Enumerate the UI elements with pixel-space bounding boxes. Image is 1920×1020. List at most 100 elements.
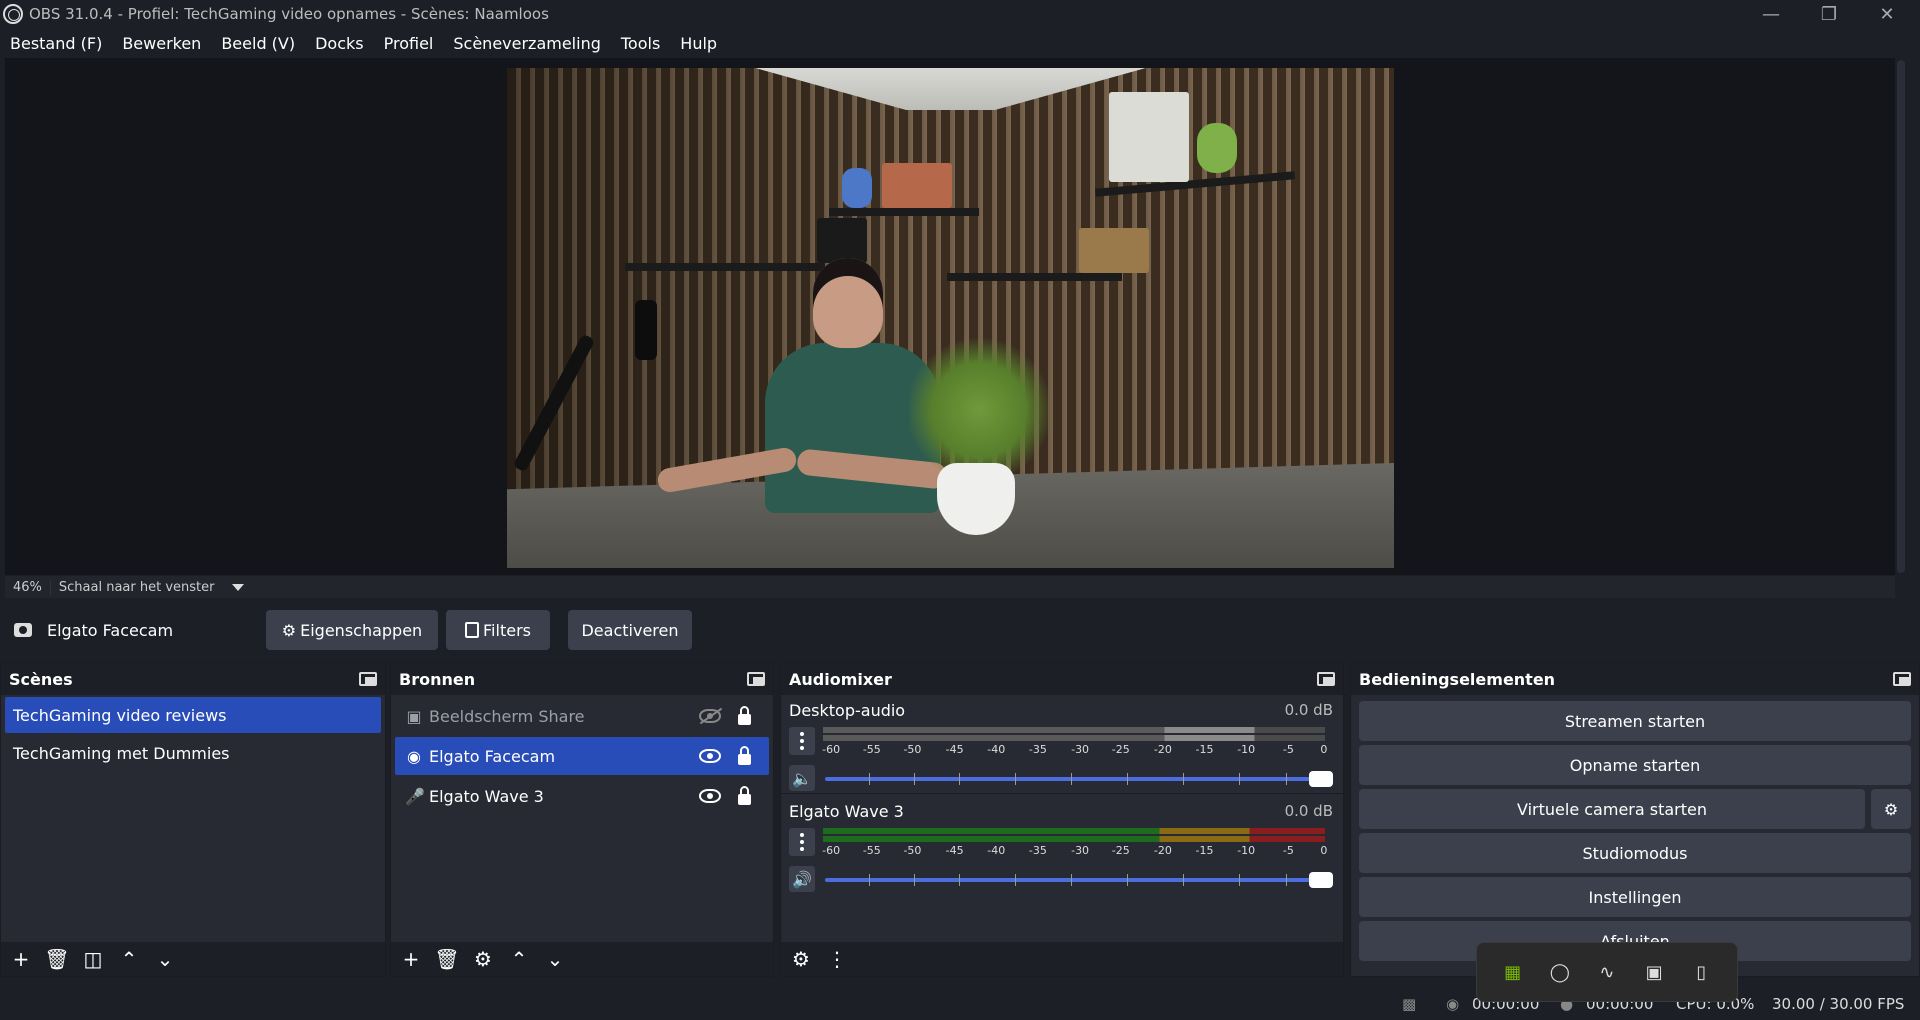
start-recording-button[interactable]: Opname starten bbox=[1359, 745, 1911, 785]
scenes-dock: Scènes TechGaming video reviews TechGami… bbox=[0, 662, 386, 977]
volume-meter bbox=[823, 727, 1325, 741]
scene-filters-button[interactable]: ◫ bbox=[77, 944, 109, 974]
channel-menu-button[interactable] bbox=[789, 828, 815, 856]
move-up-button[interactable]: ⌃ bbox=[113, 944, 145, 974]
minimize-button[interactable]: — bbox=[1742, 0, 1800, 28]
channel-db: 0.0 dB bbox=[1284, 802, 1333, 820]
sources-toolbar: + 🗑 ⚙ ⌃ ⌄ bbox=[391, 942, 773, 976]
speaker-muted-icon: 🔈 bbox=[792, 768, 812, 788]
settings-button[interactable]: Instellingen bbox=[1359, 877, 1911, 917]
filter-icon bbox=[465, 622, 480, 638]
undock-icon[interactable] bbox=[359, 672, 377, 686]
channel-name: Desktop-audio bbox=[789, 701, 906, 720]
title-bar: OBS 31.0.4 - Profiel: TechGaming video o… bbox=[0, 0, 1920, 28]
menu-file[interactable]: Bestand (F) bbox=[0, 34, 112, 53]
menu-docks[interactable]: Docks bbox=[305, 34, 374, 53]
volume-meter bbox=[823, 828, 1325, 842]
visibility-icon[interactable] bbox=[699, 749, 721, 763]
network-signal-icon: ▩ bbox=[1402, 994, 1417, 1013]
add-scene-button[interactable]: + bbox=[5, 944, 37, 974]
undock-icon[interactable] bbox=[1317, 672, 1335, 686]
obs-logo-icon bbox=[3, 4, 23, 24]
preview-zoom-bar: 46% Schaal naar het venster bbox=[5, 576, 1895, 598]
source-properties-button[interactable]: ⚙ bbox=[467, 944, 499, 974]
system-tray-popup: ▦ ◯ ∿ ▣ ▯ bbox=[1476, 942, 1738, 1002]
channel-menu-button[interactable] bbox=[789, 727, 815, 755]
menu-edit[interactable]: Bewerken bbox=[112, 34, 211, 53]
visibility-off-icon[interactable] bbox=[699, 709, 721, 723]
virtual-camera-settings-button[interactable]: ⚙ bbox=[1871, 789, 1911, 829]
menu-profile[interactable]: Profiel bbox=[374, 34, 444, 53]
audio-wave-icon[interactable]: ∿ bbox=[1596, 961, 1618, 983]
scenes-toolbar: + 🗑 ◫ ⌃ ⌄ bbox=[1, 942, 385, 976]
chevron-down-icon[interactable] bbox=[232, 583, 245, 591]
controls-dock: Bedieningselementen Streamen starten Opn… bbox=[1350, 662, 1920, 977]
zoom-percent: 46% bbox=[13, 579, 42, 595]
usb-drive-icon[interactable]: ▯ bbox=[1690, 961, 1712, 983]
channel-db: 0.0 dB bbox=[1284, 701, 1333, 719]
filters-button[interactable]: Filters bbox=[446, 610, 550, 650]
mute-button[interactable]: 🔈 bbox=[789, 765, 815, 791]
obs-tray-icon[interactable]: ◯ bbox=[1549, 961, 1571, 983]
lock-icon[interactable] bbox=[738, 746, 751, 765]
undock-icon[interactable] bbox=[747, 672, 765, 686]
start-virtual-camera-button[interactable]: Virtuele camera starten bbox=[1359, 789, 1865, 829]
menu-view[interactable]: Beeld (V) bbox=[211, 34, 305, 53]
undock-icon[interactable] bbox=[1893, 672, 1911, 686]
lock-icon[interactable] bbox=[738, 706, 751, 725]
remove-source-button[interactable]: 🗑 bbox=[431, 944, 463, 974]
move-down-button[interactable]: ⌄ bbox=[539, 944, 571, 974]
advanced-audio-button[interactable]: ⚙ bbox=[785, 944, 817, 974]
mute-button[interactable]: 🔊 bbox=[789, 866, 815, 892]
source-item[interactable]: 🎤 Elgato Wave 3 bbox=[395, 777, 769, 815]
visibility-icon[interactable] bbox=[699, 789, 721, 803]
volume-slider-handle[interactable] bbox=[1309, 872, 1333, 888]
menu-help[interactable]: Hulp bbox=[670, 34, 727, 53]
properties-button[interactable]: ⚙ Eigenschappen bbox=[266, 610, 438, 650]
controls-title: Bedieningselementen bbox=[1359, 669, 1556, 689]
recording-icon: ◉ bbox=[1446, 994, 1460, 1013]
sources-title: Bronnen bbox=[399, 669, 476, 689]
window-title: OBS 31.0.4 - Profiel: TechGaming video o… bbox=[29, 5, 549, 23]
remove-scene-button[interactable]: 🗑 bbox=[41, 944, 73, 974]
scenes-title: Scènes bbox=[9, 669, 73, 689]
start-streaming-button[interactable]: Streamen starten bbox=[1359, 701, 1911, 741]
source-item[interactable]: ◉ Elgato Facecam bbox=[395, 737, 769, 775]
studio-mode-button[interactable]: Studiomodus bbox=[1359, 833, 1911, 873]
camera-hub-icon[interactable]: ▣ bbox=[1643, 961, 1665, 983]
audio-channel: Desktop-audio 0.0 dB -60 -55 -50 -45 -40… bbox=[781, 695, 1343, 791]
preview-scrollbar[interactable] bbox=[1895, 58, 1907, 575]
source-item[interactable]: ▣ Beeldscherm Share bbox=[395, 697, 769, 735]
selected-source-name: Elgato Facecam bbox=[47, 620, 174, 640]
zoom-mode-select[interactable]: Schaal naar het venster bbox=[49, 579, 223, 595]
volume-slider-handle[interactable] bbox=[1309, 771, 1333, 787]
plant-image bbox=[909, 333, 1049, 473]
fps-readout: 30.00 / 30.00 FPS bbox=[1772, 994, 1905, 1013]
scene-item[interactable]: TechGaming met Dummies bbox=[5, 735, 381, 771]
monitor-icon: ▣ bbox=[406, 706, 422, 726]
close-button[interactable]: ✕ bbox=[1858, 0, 1916, 28]
volume-slider[interactable] bbox=[825, 777, 1325, 781]
volume-slider[interactable] bbox=[825, 878, 1325, 882]
move-down-button[interactable]: ⌄ bbox=[149, 944, 181, 974]
audiomixer-dock: Audiomixer Desktop-audio 0.0 dB -60 -55 … bbox=[780, 662, 1344, 977]
deactivate-button[interactable]: Deactiveren bbox=[568, 610, 692, 650]
restore-button[interactable]: ❐ bbox=[1800, 0, 1858, 28]
mixer-menu-button[interactable]: ⋮ bbox=[821, 944, 853, 974]
scene-item[interactable]: TechGaming video reviews bbox=[5, 697, 381, 733]
audio-channel: Elgato Wave 3 0.0 dB -60 -55 -50 -45 -40… bbox=[781, 796, 1343, 892]
nvidia-icon[interactable]: ▦ bbox=[1502, 961, 1524, 983]
move-up-button[interactable]: ⌃ bbox=[503, 944, 535, 974]
source-toolbar: Elgato Facecam ⚙ Eigenschappen Filters D… bbox=[0, 600, 1920, 660]
preview-video[interactable] bbox=[507, 68, 1394, 568]
gear-icon: ⚙ bbox=[1883, 799, 1899, 819]
gear-icon: ⚙ bbox=[281, 620, 297, 640]
add-source-button[interactable]: + bbox=[395, 944, 427, 974]
channel-name: Elgato Wave 3 bbox=[789, 802, 904, 821]
sources-dock: Bronnen ▣ Beeldscherm Share ◉ Elgato Fac… bbox=[390, 662, 774, 977]
lock-icon[interactable] bbox=[738, 786, 751, 805]
microphone-icon: 🎤 bbox=[405, 786, 425, 806]
camera-icon bbox=[14, 623, 32, 637]
menu-tools[interactable]: Tools bbox=[611, 34, 670, 53]
menu-scene-collection[interactable]: Scèneverzameling bbox=[443, 34, 611, 53]
